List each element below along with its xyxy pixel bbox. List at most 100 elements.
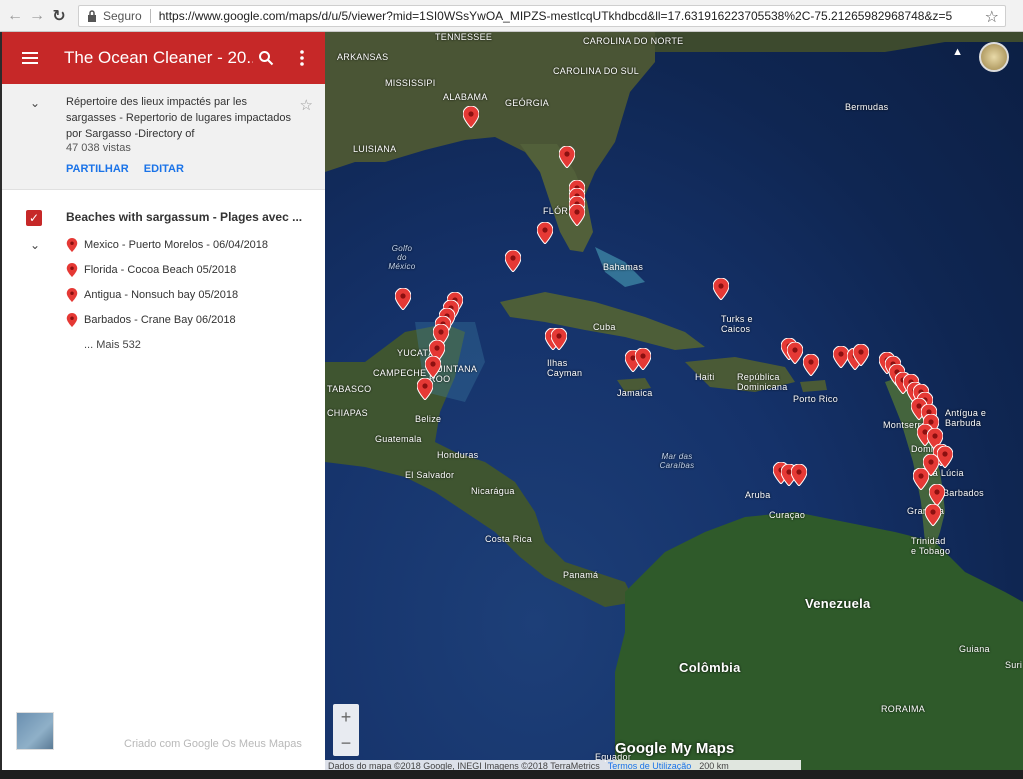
lock-icon [85, 9, 99, 23]
map-pin-marker[interactable] [913, 468, 929, 490]
list-item[interactable]: Mexico - Puerto Morelos - 06/04/2018 [66, 238, 268, 252]
map-pin-marker[interactable] [787, 342, 803, 364]
map-pin-marker[interactable] [925, 504, 941, 526]
map-pin-marker[interactable] [803, 354, 819, 376]
forward-arrow-icon[interactable]: → [26, 5, 48, 27]
url-text[interactable]: https://www.google.com/maps/d/u/5/viewer… [159, 9, 952, 23]
map-label: Barbados [943, 488, 984, 498]
zoom-controls: + − [333, 704, 359, 756]
more-vertical-icon[interactable] [289, 45, 315, 71]
map-label: Mar das Caraíbas [659, 452, 695, 470]
map-label: Panamá [563, 570, 599, 580]
map-label: CAROLINA DO NORTE [583, 36, 684, 46]
map-canvas[interactable]: TENNESSEE CAROLINA DO NORTE ARKANSAS CAR… [325, 32, 1023, 770]
map-pin-icon [66, 263, 78, 277]
taskbar [0, 770, 1023, 779]
map-label: CAROLINA DO SUL [553, 66, 640, 76]
map-pin-icon [66, 313, 78, 327]
map-pin-icon [66, 238, 78, 252]
map-pin-marker[interactable] [937, 446, 953, 468]
map-label: Colômbia [679, 660, 741, 675]
map-label: Suri [1005, 660, 1023, 670]
layer-checkbox[interactable]: ✓ [26, 210, 42, 226]
map-label: Nicarágua [471, 486, 515, 496]
map-label: ALABAMA [443, 92, 488, 102]
zoom-out-button[interactable]: − [333, 730, 359, 756]
map-label: RORAIMA [881, 704, 926, 714]
map-attribution: Dados do mapa ©2018 Google, INEGI Imagen… [325, 760, 801, 770]
map-pin-marker[interactable] [569, 204, 585, 226]
map-pin-marker[interactable] [853, 344, 869, 366]
map-pin-marker[interactable] [425, 356, 441, 378]
map-pin-marker[interactable] [713, 278, 729, 300]
divider [149, 9, 151, 23]
list-item-label: Antigua - Nonsuch bay 05/2018 [84, 289, 239, 301]
edit-button[interactable]: EDITAR [144, 163, 184, 175]
map-label: Haiti [695, 372, 715, 382]
map-pin-marker[interactable] [505, 250, 521, 272]
view-count: 47 038 vistas [66, 142, 131, 154]
map-pin-marker[interactable] [395, 288, 411, 310]
map-pin-marker[interactable] [791, 464, 807, 486]
map-pin-marker[interactable] [635, 348, 651, 370]
map-pin-marker[interactable] [559, 146, 575, 168]
list-item-label: Florida - Cocoa Beach 05/2018 [84, 264, 237, 276]
list-item-label: Mexico - Puerto Morelos - 06/04/2018 [84, 239, 269, 251]
layer-section: ✓ Beaches with sargassum - Plages avec .… [2, 190, 325, 660]
more-items-link[interactable]: ... Mais 532 [84, 339, 141, 351]
notification-icon[interactable]: ▲ [952, 46, 963, 58]
credit-text: Criado com Google Os Meus Mapas [124, 738, 302, 750]
map-label: Venezuela [805, 596, 871, 611]
map-description: Répertoire des lieux impactés par les sa… [66, 96, 292, 140]
layer-title[interactable]: Beaches with sargassum - Plages avec ... [66, 210, 302, 224]
back-arrow-icon[interactable]: ← [4, 5, 26, 27]
secure-label: Seguro [103, 9, 142, 23]
reload-icon[interactable]: ↻ [48, 5, 70, 27]
panel-footer: Criado com Google Os Meus Mapas [2, 712, 325, 770]
search-icon[interactable] [253, 45, 279, 71]
map-side-panel: The Ocean Cleaner - 20... ⌄ Répertoire d… [2, 32, 325, 770]
map-pin-marker[interactable] [417, 378, 433, 400]
share-button[interactable]: PARTILHAR [66, 163, 129, 175]
panel-header: The Ocean Cleaner - 20... [2, 32, 325, 84]
screen: ← → ↻ Seguro https://www.google.com/maps… [0, 0, 1023, 779]
map-label: Bahamas [603, 262, 644, 272]
map-label: Jamaica [617, 388, 653, 398]
list-item[interactable]: Florida - Cocoa Beach 05/2018 [66, 263, 236, 277]
map-label: Porto Rico [793, 394, 839, 404]
map-label: Cuba [593, 322, 616, 332]
map-pin-icon [66, 288, 78, 302]
map-pin-marker[interactable] [537, 222, 553, 244]
map-label: Guatemala [375, 434, 422, 444]
map-pin-marker[interactable] [463, 106, 479, 128]
browser-toolbar: ← → ↻ Seguro https://www.google.com/maps… [0, 0, 1023, 32]
google-my-maps-logo: Google My Maps [615, 740, 735, 757]
address-bar[interactable]: Seguro https://www.google.com/maps/d/u/5… [78, 5, 1006, 27]
list-item-label: Barbados - Crane Bay 06/2018 [84, 314, 236, 326]
account-avatar[interactable] [979, 42, 1009, 72]
map-label: CHIAPAS [327, 408, 368, 418]
map-label: Honduras [437, 450, 479, 460]
list-item[interactable]: Antigua - Nonsuch bay 05/2018 [66, 288, 238, 302]
map-title: The Ocean Cleaner - 20... [64, 48, 253, 67]
terms-link[interactable]: Termos de Utilização [608, 761, 692, 770]
map-pin-marker[interactable] [929, 484, 945, 506]
map-label: CAMPECHE [373, 368, 427, 378]
map-label: Costa Rica [485, 534, 533, 544]
map-label: Antígua e Barbuda [945, 408, 987, 428]
map-label: Trinidad e Tobago [911, 536, 951, 556]
zoom-in-button[interactable]: + [333, 704, 359, 730]
menu-icon[interactable] [22, 45, 48, 71]
map-label: Aruba [745, 490, 771, 500]
star-icon[interactable]: ☆ [300, 96, 313, 114]
layer-chevron-down-icon[interactable]: ⌄ [30, 238, 42, 252]
map-label: MISSISSIPI [385, 78, 436, 88]
map-label: TENNESSEE [435, 32, 493, 42]
base-map-thumbnail[interactable] [16, 712, 54, 750]
chevron-down-icon[interactable]: ⌄ [30, 96, 42, 110]
map-pin-marker[interactable] [551, 328, 567, 350]
list-item[interactable]: Barbados - Crane Bay 06/2018 [66, 313, 236, 327]
map-label: Belize [415, 414, 442, 424]
bookmark-star-icon[interactable]: ☆ [985, 7, 999, 27]
attribution-text: Dados do mapa ©2018 Google, INEGI Imagen… [328, 761, 600, 770]
